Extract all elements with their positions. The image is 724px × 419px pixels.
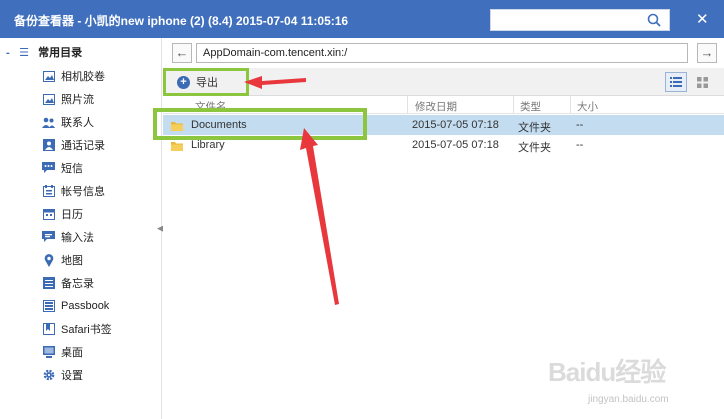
file-size: -- [576, 119, 584, 131]
sidebar-item-camera-roll[interactable]: 相机胶卷 [42, 67, 105, 85]
call-log-icon [42, 139, 55, 151]
sidebar-item-maps[interactable]: 地图 [42, 251, 83, 269]
sidebar-item-label: 通话记录 [61, 140, 105, 152]
file-size: -- [576, 139, 584, 151]
sidebar-item-notes[interactable]: 备忘录 [42, 274, 94, 292]
sidebar-item-settings[interactable]: 设置 [42, 366, 83, 384]
column-divider[interactable] [407, 96, 408, 114]
sidebar-item-messages[interactable]: 短信 [42, 159, 83, 177]
sidebar-item-label: Passbook [61, 300, 110, 312]
desktop-icon [42, 346, 55, 358]
sidebar-item-account-info[interactable]: 帐号信息 [42, 182, 105, 200]
notes-icon [42, 277, 55, 289]
column-size[interactable]: 大小 [577, 99, 598, 114]
sidebar-item-label: 地图 [61, 255, 83, 267]
sidebar-group-label: 常用目录 [38, 47, 83, 59]
file-date: 2015-07-05 07:18 [412, 139, 499, 151]
sidebar-item-label: 备忘录 [61, 278, 94, 290]
sidebar: - ☰ 常用目录 相机胶卷 照片流 联系人 通话记录 短信 帐号信息 日历 输入… [0, 38, 162, 419]
collapse-icon[interactable]: - [6, 47, 16, 59]
sidebar-item-label: 设置 [61, 370, 83, 382]
map-pin-icon [42, 253, 55, 267]
search-input[interactable] [490, 9, 670, 31]
account-icon [42, 185, 55, 197]
sidebar-item-photo-stream[interactable]: 照片流 [42, 90, 94, 108]
column-date[interactable]: 修改日期 [415, 99, 457, 114]
toolbar: + 导出 [163, 68, 724, 96]
bookmark-icon [42, 323, 55, 335]
file-name: Library [191, 139, 225, 151]
file-type: 文件夹 [518, 142, 551, 154]
annotation-highlight-box [163, 68, 249, 96]
sidebar-group-favorites[interactable]: - ☰ 常用目录 [6, 44, 82, 62]
photo-stream-icon [42, 93, 55, 105]
list-view-button[interactable] [665, 72, 687, 92]
sidebar-item-call-log[interactable]: 通话记录 [42, 136, 105, 154]
column-type[interactable]: 类型 [520, 99, 541, 114]
sidebar-item-passbook[interactable]: Passbook [42, 297, 109, 315]
sidebar-item-label: Safari书签 [61, 324, 112, 336]
sidebar-item-label: 输入法 [61, 232, 94, 244]
keyboard-icon [42, 231, 55, 243]
grid-view-button[interactable] [691, 72, 713, 92]
sidebar-item-label: 联系人 [61, 117, 94, 129]
forward-button[interactable]: → [697, 43, 717, 63]
sidebar-item-label: 短信 [61, 163, 83, 175]
sidebar-item-safari-bookmarks[interactable]: Safari书签 [42, 320, 112, 338]
file-type: 文件夹 [518, 122, 551, 134]
grid-view-icon [696, 76, 708, 88]
back-button[interactable]: ← [172, 43, 192, 63]
sidebar-item-contacts[interactable]: 联系人 [42, 113, 94, 131]
title-bar: 备份查看器 - 小凯的new iphone (2) (8.4) 2015-07-… [0, 0, 724, 38]
sidebar-item-calendar[interactable]: 日历 [42, 205, 83, 223]
path-field[interactable]: AppDomain-com.tencent.xin:/ [196, 43, 688, 63]
window-title: 备份查看器 - 小凯的new iphone (2) (8.4) 2015-07-… [14, 14, 349, 28]
close-icon[interactable]: ✕ [696, 10, 709, 28]
sidebar-item-label: 桌面 [61, 347, 83, 359]
sidebar-item-desktop[interactable]: 桌面 [42, 343, 83, 361]
file-date: 2015-07-05 07:18 [412, 119, 499, 131]
calendar-icon [42, 208, 55, 220]
sidebar-item-label: 照片流 [61, 94, 94, 106]
list-icon: ☰ [19, 47, 29, 59]
sidebar-item-label: 日历 [61, 209, 83, 221]
sidebar-item-label: 相机胶卷 [61, 71, 105, 83]
folder-icon [171, 142, 183, 151]
list-view-icon [670, 77, 682, 87]
file-browser: ← AppDomain-com.tencent.xin:/ → + 导出 文件名… [153, 38, 724, 419]
column-divider[interactable] [570, 96, 571, 114]
sidebar-item-input-method[interactable]: 输入法 [42, 228, 94, 246]
message-icon [42, 162, 55, 174]
photo-icon [42, 70, 55, 82]
search-icon[interactable] [647, 13, 661, 27]
path-bar: ← AppDomain-com.tencent.xin:/ → [163, 38, 724, 68]
sidebar-item-label: 帐号信息 [61, 186, 105, 198]
passbook-icon [42, 300, 55, 312]
gear-icon [42, 369, 55, 381]
annotation-highlight-box [153, 108, 367, 140]
contacts-icon [42, 116, 55, 128]
column-divider[interactable] [513, 96, 514, 114]
